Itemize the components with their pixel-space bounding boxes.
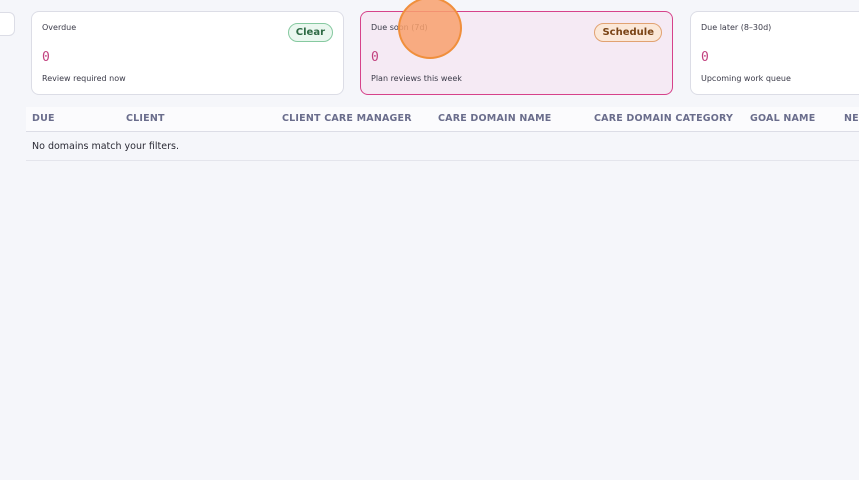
collapsed-panel-edge[interactable] bbox=[0, 12, 15, 36]
due-later-card-title: Due later (8–30d) bbox=[701, 23, 772, 32]
overdue-card-subtitle: Review required now bbox=[42, 74, 126, 83]
column-header-goal-name[interactable]: GOAL NAME bbox=[750, 113, 815, 124]
table-header: DUE CLIENT CLIENT CARE MANAGER CARE DOMA… bbox=[26, 107, 859, 132]
schedule-button[interactable]: Schedule bbox=[594, 23, 662, 42]
column-header-next[interactable]: NEXT bbox=[844, 113, 859, 124]
due-later-count: 0 bbox=[701, 50, 709, 65]
overdue-count: 0 bbox=[42, 50, 50, 65]
due-soon-card[interactable]: Due soon (7d) Schedule 0 Plan reviews th… bbox=[360, 11, 673, 95]
empty-state-message: No domains match your filters. bbox=[32, 141, 179, 152]
column-header-care-domain-category[interactable]: CARE DOMAIN CATEGORY bbox=[594, 113, 733, 124]
clear-button[interactable]: Clear bbox=[287, 23, 333, 42]
due-later-card[interactable]: Due later (8–30d) 0 Upcoming work queue bbox=[690, 11, 859, 95]
due-soon-count: 0 bbox=[371, 50, 379, 65]
domains-table: DUE CLIENT CLIENT CARE MANAGER CARE DOMA… bbox=[26, 107, 859, 161]
empty-state-row: No domains match your filters. bbox=[26, 132, 859, 161]
column-header-care-domain-name[interactable]: CARE DOMAIN NAME bbox=[438, 113, 551, 124]
column-header-client[interactable]: CLIENT bbox=[126, 113, 165, 124]
due-soon-card-title: Due soon (7d) bbox=[371, 23, 428, 32]
column-header-client-care-manager[interactable]: CLIENT CARE MANAGER bbox=[282, 113, 412, 124]
overdue-card-title: Overdue bbox=[42, 23, 77, 32]
due-soon-card-subtitle: Plan reviews this week bbox=[371, 74, 462, 83]
due-later-card-subtitle: Upcoming work queue bbox=[701, 74, 791, 83]
column-header-due[interactable]: DUE bbox=[32, 113, 55, 124]
overdue-card[interactable]: Overdue Clear 0 Review required now bbox=[31, 11, 344, 95]
